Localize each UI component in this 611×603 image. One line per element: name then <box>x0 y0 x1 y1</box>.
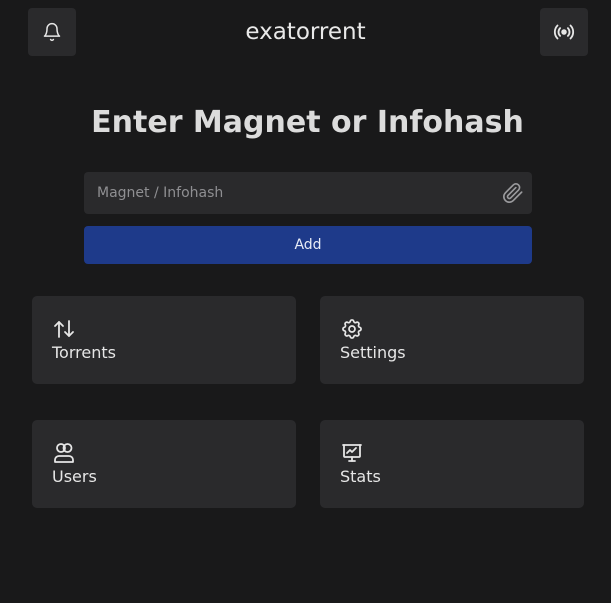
users-card[interactable]: Users <box>32 420 296 508</box>
users-icon <box>52 441 76 465</box>
app-page: exatorrent Enter Magnet or Infohash Add <box>0 0 611 603</box>
magnet-field <box>84 172 532 214</box>
settings-card[interactable]: Settings <box>320 296 584 384</box>
settings-card-label: Settings <box>340 343 406 362</box>
paperclip-icon[interactable] <box>502 182 524 204</box>
torrents-card-label: Torrents <box>52 343 116 362</box>
add-button[interactable]: Add <box>84 226 532 264</box>
connection-status-button[interactable] <box>540 8 588 56</box>
chart-presentation-icon <box>340 441 364 465</box>
page-heading: Enter Magnet or Infohash <box>91 105 524 140</box>
broadcast-icon <box>553 21 575 43</box>
stats-card-label: Stats <box>340 467 381 486</box>
app-title: exatorrent <box>245 19 366 45</box>
gear-icon <box>340 317 364 341</box>
magnet-input[interactable] <box>84 172 484 214</box>
users-card-label: Users <box>52 467 97 486</box>
stats-card[interactable]: Stats <box>320 420 584 508</box>
arrows-up-down-icon <box>52 317 76 341</box>
torrents-card[interactable]: Torrents <box>32 296 296 384</box>
